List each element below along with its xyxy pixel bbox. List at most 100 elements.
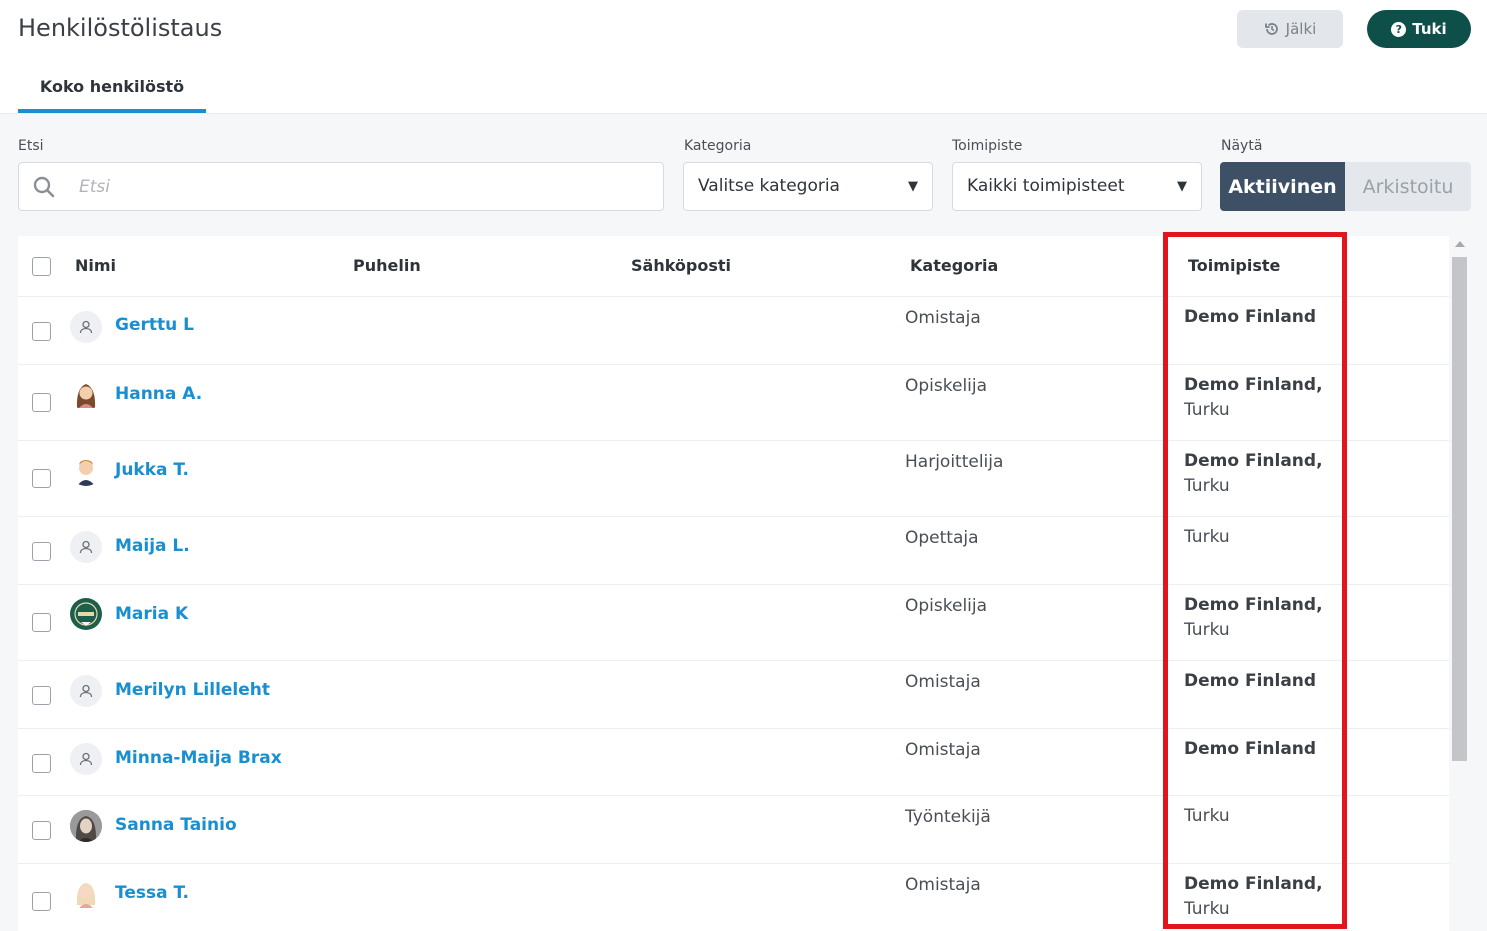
select-all-checkbox[interactable] — [32, 257, 51, 276]
photo-avatar — [70, 810, 102, 842]
category-select[interactable]: Valitse kategoria ▼ — [683, 162, 933, 211]
location-select[interactable]: Kaikki toimipisteet ▼ — [952, 162, 1202, 211]
staff-table: Nimi Puhelin Sähköposti Kategoria Toimip… — [18, 236, 1449, 931]
location-secondary: Turku — [1184, 806, 1230, 826]
search-box — [18, 162, 664, 211]
person-location: Demo Finland, Turku — [1184, 449, 1323, 499]
row-checkbox[interactable] — [32, 469, 51, 488]
person-name-link[interactable]: Sanna Tainio — [115, 815, 237, 835]
table-row[interactable]: Jukka T. Harjoittelija Demo Finland, Turk… — [18, 441, 1449, 517]
row-checkbox[interactable] — [32, 686, 51, 705]
row-checkbox[interactable] — [32, 393, 51, 412]
person-name-link[interactable]: Hanna A. — [115, 384, 202, 404]
person-name-link[interactable]: Maija L. — [115, 536, 190, 556]
show-label: Näytä — [1221, 138, 1263, 154]
show-archived-toggle[interactable]: Arkistoitu — [1345, 162, 1471, 211]
table-row[interactable]: Maija L. Opettaja Turku — [18, 517, 1449, 585]
back-label: Jälki — [1285, 20, 1317, 38]
person-location: Demo Finland, Turku — [1184, 593, 1323, 643]
person-category: Työntekijä — [905, 807, 991, 827]
user-placeholder-icon — [70, 675, 102, 707]
person-category: Harjoittelija — [905, 452, 1004, 472]
chevron-down-icon: ▼ — [1177, 179, 1187, 194]
column-header-category[interactable]: Kategoria — [910, 256, 998, 275]
page-title: Henkilöstölistaus — [18, 14, 223, 42]
location-primary: Demo Finland — [1184, 671, 1317, 691]
woman-avatar-blonde — [70, 877, 102, 909]
page-header: Henkilöstölistaus Jälki ? Tuki Koko henk… — [0, 0, 1487, 114]
category-label: Kategoria — [684, 138, 752, 154]
person-location: Demo Finland — [1184, 669, 1316, 694]
column-header-email[interactable]: Sähköposti — [631, 256, 731, 275]
show-active-toggle[interactable]: Aktiivinen — [1220, 162, 1345, 211]
user-placeholder-icon — [70, 531, 102, 563]
table-row[interactable]: Maria K Opiskelija Demo Finland, Turku — [18, 585, 1449, 661]
woman-avatar — [70, 378, 102, 410]
person-location: Turku — [1184, 525, 1230, 550]
location-primary: Demo Finland, — [1184, 375, 1323, 395]
question-icon: ? — [1391, 21, 1407, 37]
person-category: Opettaja — [905, 528, 979, 548]
table-row[interactable]: Tessa T. Omistaja Demo Finland, Turku — [18, 864, 1449, 931]
person-category: Omistaja — [905, 672, 981, 692]
help-label: Tuki — [1412, 20, 1447, 38]
table-row[interactable]: Minna-Maija Brax Omistaja Demo Finland — [18, 729, 1449, 796]
person-category: Opiskelija — [905, 376, 988, 396]
person-name-link[interactable]: Minna-Maija Brax — [115, 748, 282, 768]
search-icon — [33, 176, 55, 202]
location-primary: Demo Finland — [1184, 739, 1317, 759]
scrollbar-thumb[interactable] — [1452, 257, 1467, 761]
person-name-link[interactable]: Gerttu L — [115, 315, 194, 335]
row-checkbox[interactable] — [32, 613, 51, 632]
row-checkbox[interactable] — [32, 892, 51, 911]
scroll-up-arrow-icon[interactable] — [1455, 241, 1465, 247]
table-header: Nimi Puhelin Sähköposti Kategoria Toimip… — [18, 236, 1449, 297]
location-secondary: Turku — [1184, 899, 1230, 919]
location-label: Toimipiste — [952, 138, 1023, 154]
row-checkbox[interactable] — [32, 821, 51, 840]
column-header-name[interactable]: Nimi — [75, 256, 116, 275]
row-checkbox[interactable] — [32, 322, 51, 341]
table-row[interactable]: Sanna Tainio Työntekijä Turku — [18, 796, 1449, 864]
person-location: Demo Finland, Turku — [1184, 373, 1323, 423]
table-row[interactable]: Hanna A. Opiskelija Demo Finland, Turku — [18, 365, 1449, 441]
badge-avatar — [70, 598, 102, 630]
person-name-link[interactable]: Merilyn Lilleleht — [115, 680, 270, 700]
person-category: Omistaja — [905, 875, 981, 895]
location-select-value: Kaikki toimipisteet — [967, 176, 1125, 196]
person-name-link[interactable]: Tessa T. — [115, 883, 189, 903]
person-name-link[interactable]: Maria K — [115, 604, 188, 624]
user-placeholder-icon — [70, 743, 102, 775]
location-primary: Demo Finland, — [1184, 451, 1323, 471]
location-secondary: Turku — [1184, 476, 1230, 496]
location-secondary: Turku — [1184, 400, 1230, 420]
category-select-value: Valitse kategoria — [698, 176, 840, 196]
location-primary: Demo Finland — [1184, 307, 1317, 327]
person-location: Demo Finland, Turku — [1184, 872, 1323, 922]
chevron-down-icon: ▼ — [908, 179, 918, 194]
user-placeholder-icon — [70, 311, 102, 343]
person-location: Demo Finland — [1184, 737, 1316, 762]
location-primary: Demo Finland, — [1184, 595, 1323, 615]
table-row[interactable]: Gerttu L Omistaja Demo Finland — [18, 297, 1449, 365]
person-category: Omistaja — [905, 308, 981, 328]
location-primary: Demo Finland, — [1184, 874, 1323, 894]
search-label: Etsi — [18, 138, 44, 154]
man-avatar — [70, 454, 102, 486]
column-header-location[interactable]: Toimipiste — [1188, 256, 1280, 275]
column-header-phone[interactable]: Puhelin — [353, 256, 421, 275]
help-button[interactable]: ? Tuki — [1367, 10, 1471, 48]
tab-all-staff[interactable]: Koko henkilöstö — [18, 75, 206, 113]
search-input[interactable] — [79, 173, 639, 201]
history-icon — [1264, 23, 1278, 35]
person-name-link[interactable]: Jukka T. — [115, 460, 189, 480]
back-button[interactable]: Jälki — [1237, 10, 1343, 48]
location-secondary: Turku — [1184, 620, 1230, 640]
person-location: Turku — [1184, 804, 1230, 829]
person-location: Demo Finland — [1184, 305, 1316, 330]
row-checkbox[interactable] — [32, 754, 51, 773]
table-row[interactable]: Merilyn Lilleleht Omistaja Demo Finland — [18, 661, 1449, 729]
row-checkbox[interactable] — [32, 542, 51, 561]
location-secondary: Turku — [1184, 527, 1230, 547]
person-category: Omistaja — [905, 740, 981, 760]
